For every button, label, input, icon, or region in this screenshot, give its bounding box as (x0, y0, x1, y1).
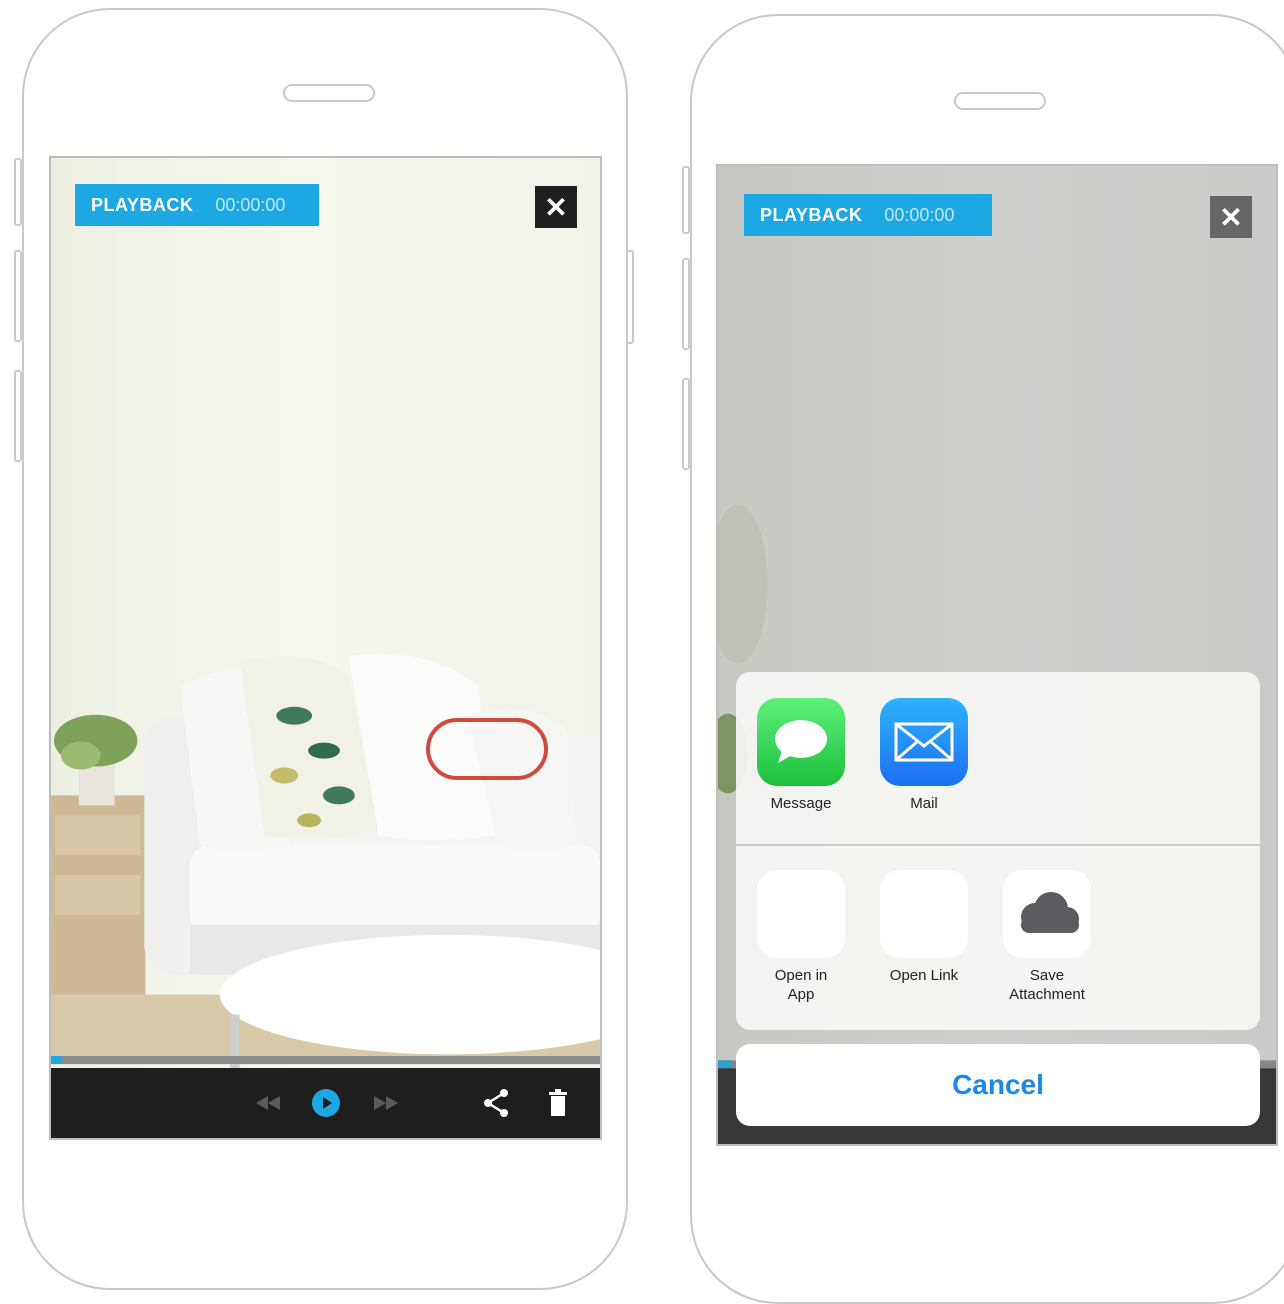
mail-icon (880, 698, 968, 786)
blank-icon (880, 870, 968, 958)
close-button[interactable]: ✕ (535, 186, 577, 228)
highlight-ring (426, 718, 548, 780)
fast-forward-icon[interactable] (369, 1086, 403, 1120)
speaker-slot (954, 92, 1046, 110)
volume-up-button (14, 250, 22, 342)
close-icon: ✕ (1219, 201, 1243, 233)
playback-label: PLAYBACK (91, 194, 194, 215)
power-button (626, 250, 634, 344)
cancel-button[interactable]: Cancel (736, 1044, 1260, 1126)
volume-down-button (14, 370, 22, 462)
volume-up-button (682, 258, 690, 350)
progress-bar[interactable] (51, 1056, 600, 1064)
share-option-label: Save Attachment (1009, 967, 1085, 1003)
playback-label: PLAYBACK (760, 204, 863, 225)
cloud-icon (1003, 870, 1091, 958)
silent-switch (14, 158, 22, 226)
video-playback-screen: PLAYBACK 00:00:00 ✕ (49, 156, 602, 1140)
share-option-message[interactable]: Message (746, 698, 856, 813)
share-option-mail[interactable]: Mail (869, 698, 979, 813)
playback-controls (51, 1068, 600, 1138)
silent-switch (682, 166, 690, 234)
share-option-label: Mail (910, 795, 938, 812)
playback-time: 00:00:00 (884, 204, 955, 225)
speaker-slot (283, 84, 375, 102)
share-sheet: Message Mail Open in App Open Link Save … (736, 672, 1260, 1030)
blank-icon (757, 870, 845, 958)
playback-badge: PLAYBACK 00:00:00 (75, 184, 319, 226)
trash-icon[interactable] (541, 1086, 575, 1120)
share-option-label: Message (770, 795, 832, 812)
progress-fill (51, 1056, 62, 1064)
playback-time: 00:00:00 (215, 194, 286, 215)
volume-down-button (682, 378, 690, 470)
rewind-icon[interactable] (251, 1086, 285, 1120)
close-icon: ✕ (544, 191, 568, 223)
message-icon (757, 698, 845, 786)
sheet-divider (736, 844, 1260, 846)
play-icon[interactable] (309, 1086, 343, 1120)
share-option-label: Open Link (889, 967, 959, 984)
camera-video-frame[interactable] (51, 158, 600, 1138)
share-screen: PLAYBACK 00:00:00 ✕ Message Mail Open in… (716, 164, 1278, 1146)
close-button[interactable]: ✕ (1210, 196, 1252, 238)
share-icon[interactable] (479, 1086, 513, 1120)
playback-badge: PLAYBACK 00:00:00 (744, 194, 992, 236)
share-option-save-attachment[interactable]: Save Attachment (992, 870, 1102, 1004)
share-option-open-in-app[interactable]: Open in App (746, 870, 856, 1004)
share-option-open-link[interactable]: Open Link (869, 870, 979, 985)
share-option-label: Open in App (774, 967, 828, 1003)
